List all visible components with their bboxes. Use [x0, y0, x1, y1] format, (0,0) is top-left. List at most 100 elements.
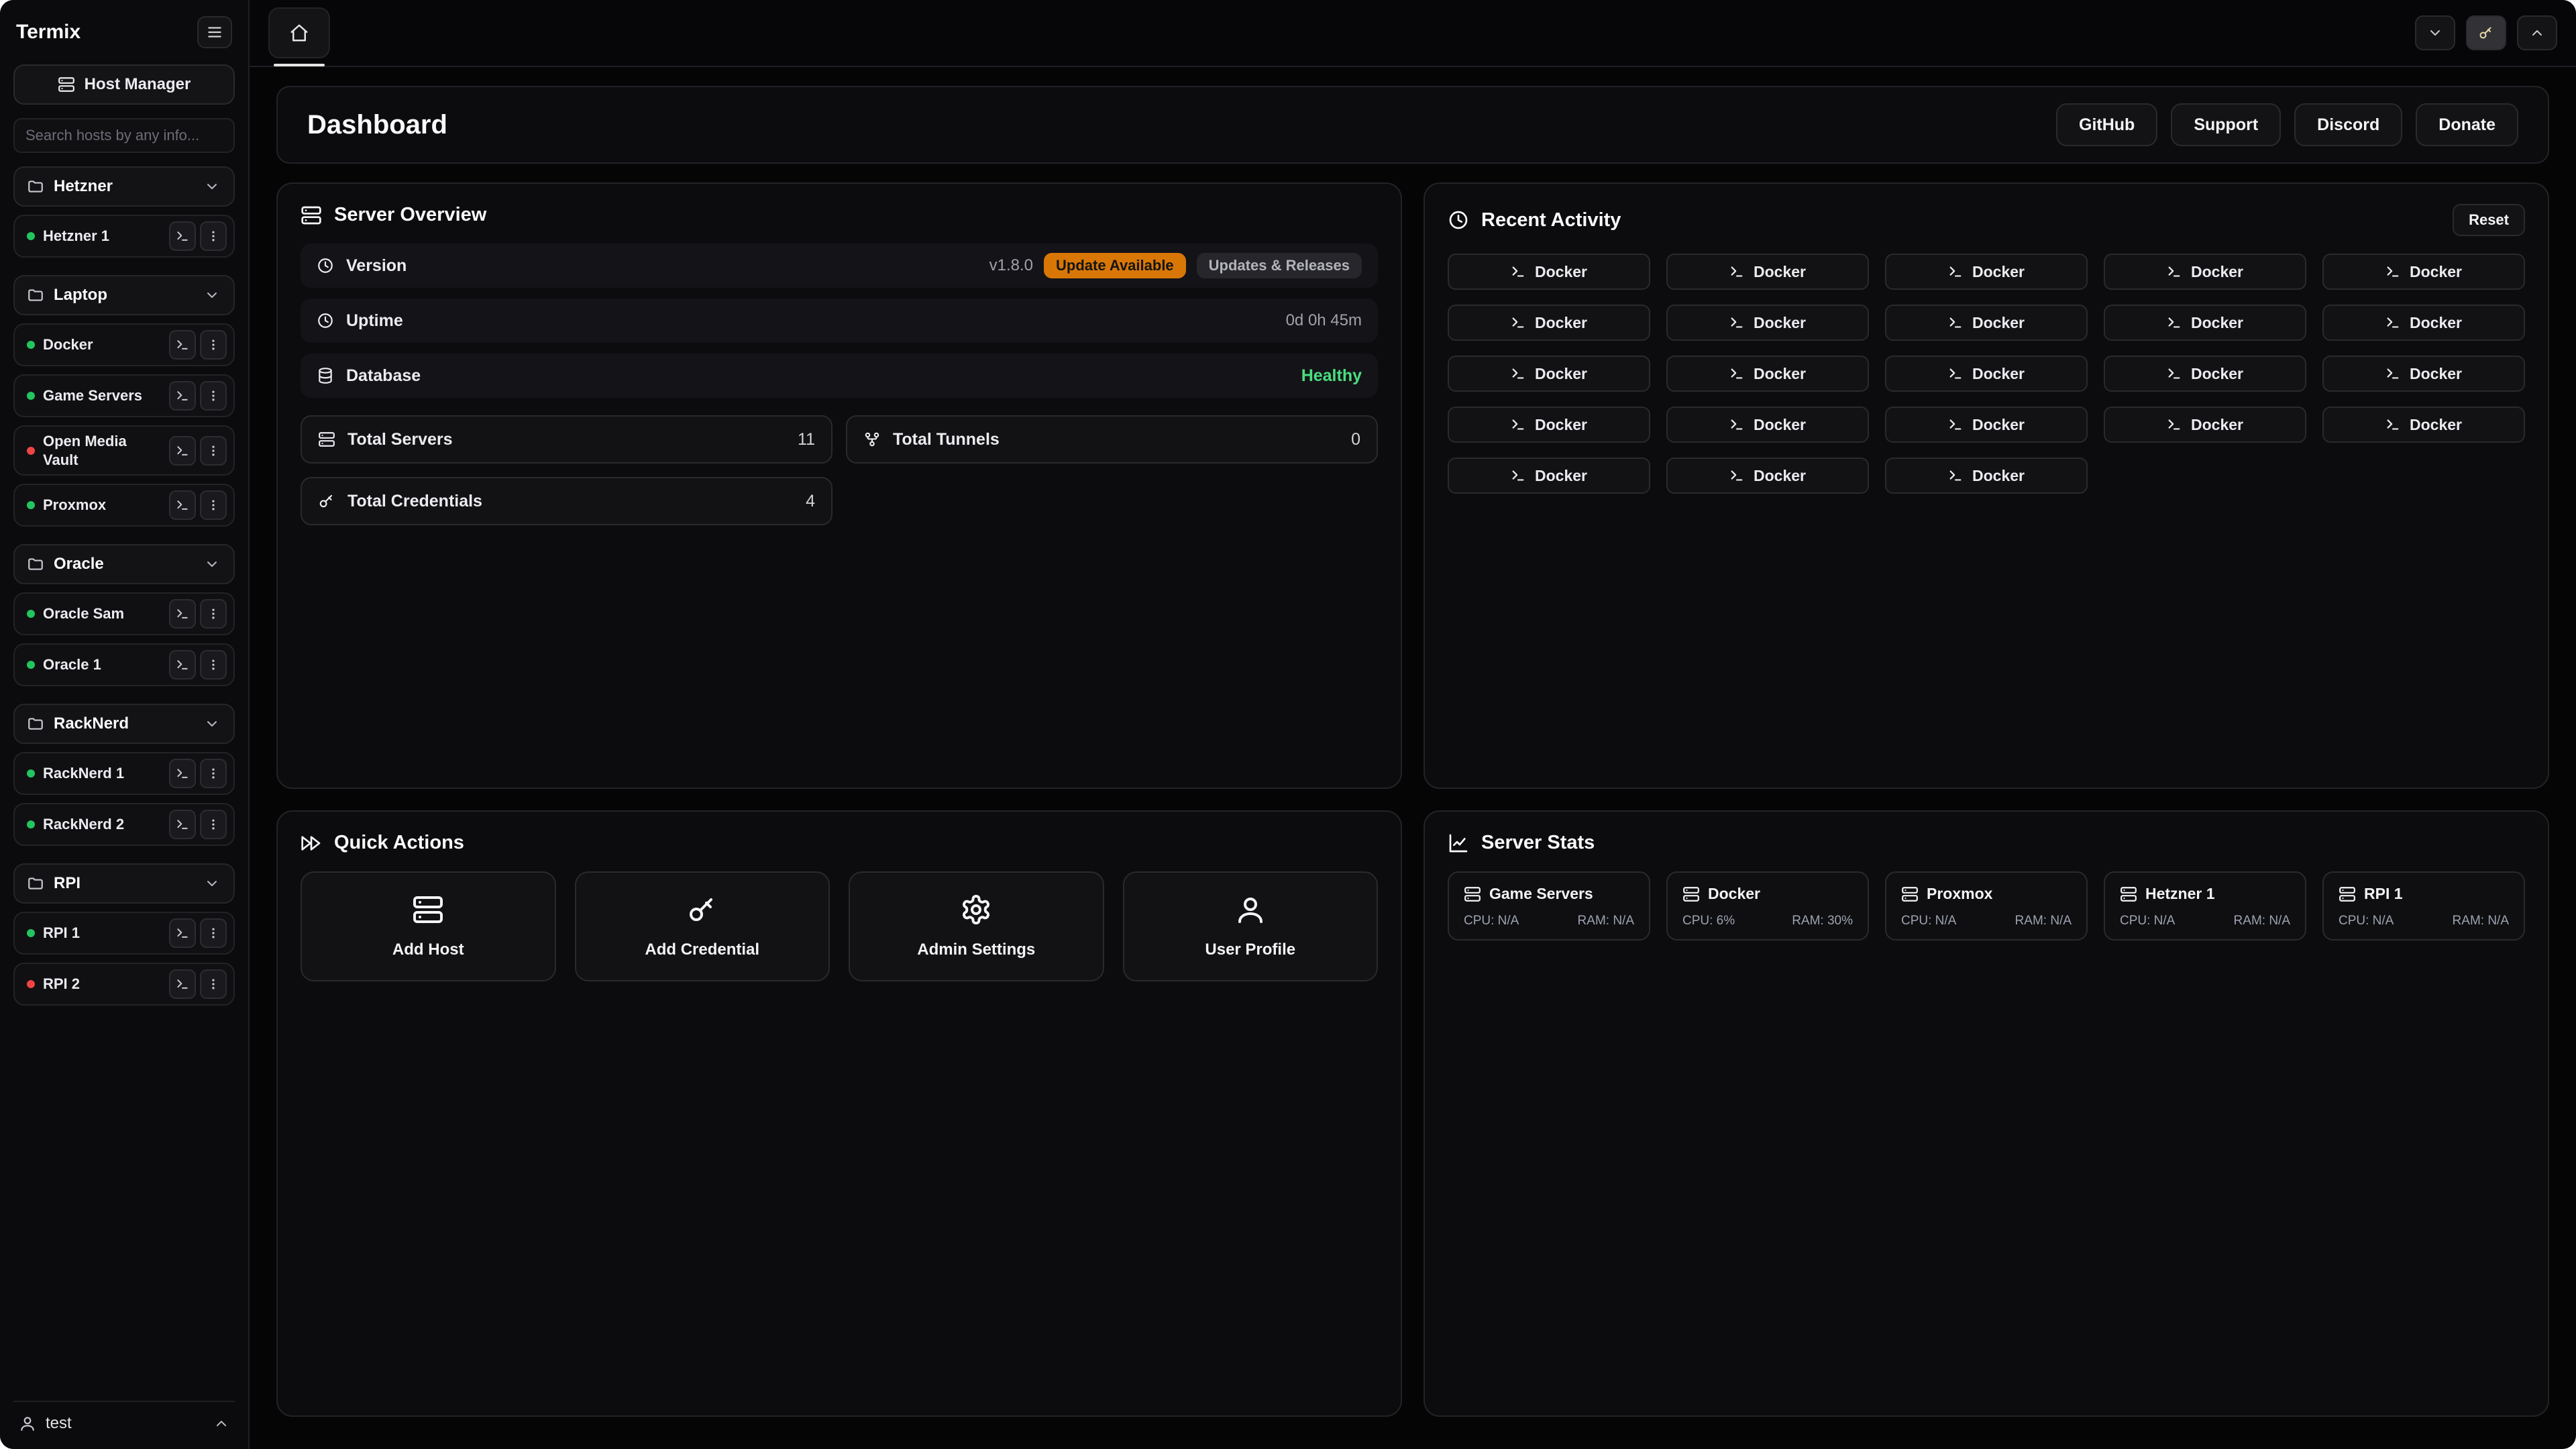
- recent-activity-item[interactable]: Docker: [2322, 407, 2525, 443]
- recent-activity-item[interactable]: Docker: [1885, 305, 2088, 341]
- chevron-down-icon[interactable]: [199, 870, 225, 897]
- host-item[interactable]: RPI 1: [13, 912, 235, 955]
- group-header[interactable]: Hetzner: [13, 166, 235, 207]
- server-stat-tile[interactable]: Docker CPU: 6% RAM: 30%: [1666, 871, 1869, 941]
- recent-activity-item[interactable]: Docker: [1448, 407, 1650, 443]
- recent-activity-item[interactable]: Docker: [1885, 458, 2088, 494]
- recent-activity-item[interactable]: Docker: [1666, 305, 1869, 341]
- host-item[interactable]: Game Servers: [13, 374, 235, 417]
- user-name: test: [46, 1414, 72, 1433]
- chevron-down-icon[interactable]: [199, 710, 225, 737]
- terminal-button[interactable]: [169, 810, 196, 839]
- host-menu-button[interactable]: [200, 918, 227, 948]
- reset-button[interactable]: Reset: [2453, 204, 2525, 236]
- host-manager-button[interactable]: Host Manager: [13, 64, 235, 105]
- kebab-menu-icon: [207, 926, 220, 940]
- host-item[interactable]: Oracle 1: [13, 643, 235, 686]
- host-item[interactable]: Hetzner 1: [13, 215, 235, 258]
- host-menu-button[interactable]: [200, 650, 227, 680]
- recent-activity-label: Docker: [2191, 314, 2243, 332]
- recent-activity-label: Docker: [2191, 365, 2243, 383]
- host-menu-button[interactable]: [200, 759, 227, 788]
- terminal-icon: [1729, 315, 1744, 330]
- host-item[interactable]: RPI 2: [13, 963, 235, 1006]
- recent-activity-item[interactable]: Docker: [1666, 458, 1869, 494]
- recent-activity-item[interactable]: Docker: [2104, 305, 2306, 341]
- recent-activity-item[interactable]: Docker: [1448, 305, 1650, 341]
- updates-releases-button[interactable]: Updates & Releases: [1197, 253, 1362, 278]
- group-header[interactable]: RackNerd: [13, 704, 235, 744]
- host-menu-button[interactable]: [200, 381, 227, 411]
- recent-activity-item[interactable]: Docker: [2322, 305, 2525, 341]
- recent-activity-item[interactable]: Docker: [1448, 458, 1650, 494]
- host-search-input[interactable]: [13, 118, 235, 153]
- admin-settings-button[interactable]: Admin Settings: [849, 871, 1104, 981]
- user-menu[interactable]: test: [13, 1401, 235, 1436]
- group-header[interactable]: RPI: [13, 863, 235, 904]
- recent-activity-item[interactable]: Docker: [1885, 254, 2088, 290]
- chevron-down-icon[interactable]: [199, 173, 225, 200]
- recent-activity-item[interactable]: Docker: [2322, 254, 2525, 290]
- recent-activity-item[interactable]: Docker: [2104, 254, 2306, 290]
- host-menu-button[interactable]: [200, 330, 227, 360]
- sidebar-menu-button[interactable]: [197, 16, 232, 48]
- recent-activity-item[interactable]: Docker: [2104, 356, 2306, 392]
- host-name: Open Media Vault: [43, 432, 161, 469]
- server-stat-tile[interactable]: Game Servers CPU: N/A RAM: N/A: [1448, 871, 1650, 941]
- host-menu-button[interactable]: [200, 436, 227, 466]
- host-item[interactable]: Proxmox: [13, 484, 235, 527]
- server-stat-tile[interactable]: Hetzner 1 CPU: N/A RAM: N/A: [2104, 871, 2306, 941]
- add-credential-button[interactable]: Add Credential: [575, 871, 830, 981]
- host-item[interactable]: Oracle Sam: [13, 592, 235, 635]
- donate-button[interactable]: Donate: [2416, 103, 2518, 146]
- terminal-button[interactable]: [169, 330, 196, 360]
- terminal-button[interactable]: [169, 221, 196, 251]
- discord-button[interactable]: Discord: [2294, 103, 2402, 146]
- terminal-button[interactable]: [169, 969, 196, 999]
- terminal-button[interactable]: [169, 650, 196, 680]
- terminal-button[interactable]: [169, 381, 196, 411]
- terminal-button[interactable]: [169, 918, 196, 948]
- host-item[interactable]: Docker: [13, 323, 235, 366]
- host-item[interactable]: Open Media Vault: [13, 425, 235, 476]
- host-menu-button[interactable]: [200, 599, 227, 629]
- update-available-badge[interactable]: Update Available: [1044, 253, 1186, 278]
- host-menu-button[interactable]: [200, 490, 227, 520]
- support-button[interactable]: Support: [2171, 103, 2281, 146]
- terminal-icon: [2385, 417, 2400, 432]
- recent-activity-item[interactable]: Docker: [2322, 356, 2525, 392]
- server-stat-tile[interactable]: RPI 1 CPU: N/A RAM: N/A: [2322, 871, 2525, 941]
- host-menu-button[interactable]: [200, 221, 227, 251]
- card-title: Server Stats: [1481, 832, 1595, 854]
- recent-activity-item[interactable]: Docker: [1666, 254, 1869, 290]
- recent-activity-item[interactable]: Docker: [1885, 407, 2088, 443]
- terminal-button[interactable]: [169, 490, 196, 520]
- recent-activity-item[interactable]: Docker: [1448, 254, 1650, 290]
- recent-activity-item[interactable]: Docker: [1885, 356, 2088, 392]
- scroll-tabs-down-button[interactable]: [2415, 15, 2455, 50]
- group-header[interactable]: Laptop: [13, 275, 235, 315]
- server-icon: [318, 431, 335, 448]
- server-stat-tile[interactable]: Proxmox CPU: N/A RAM: N/A: [1885, 871, 2088, 941]
- terminal-button[interactable]: [169, 436, 196, 466]
- host-menu-button[interactable]: [200, 969, 227, 999]
- add-host-button[interactable]: Add Host: [301, 871, 556, 981]
- host-item[interactable]: RackNerd 2: [13, 803, 235, 846]
- scroll-tabs-up-button[interactable]: [2517, 15, 2557, 50]
- recent-activity-item[interactable]: Docker: [1666, 407, 1869, 443]
- terminal-button[interactable]: [169, 759, 196, 788]
- host-item[interactable]: RackNerd 1: [13, 752, 235, 795]
- tab-home[interactable]: [268, 7, 330, 58]
- host-menu-button[interactable]: [200, 810, 227, 839]
- credentials-button[interactable]: [2466, 15, 2506, 50]
- recent-activity-item[interactable]: Docker: [1448, 356, 1650, 392]
- github-button[interactable]: GitHub: [2056, 103, 2157, 146]
- group-header[interactable]: Oracle: [13, 544, 235, 584]
- recent-activity-item[interactable]: Docker: [1666, 356, 1869, 392]
- chevron-down-icon[interactable]: [199, 551, 225, 578]
- terminal-button[interactable]: [169, 599, 196, 629]
- user-profile-button[interactable]: User Profile: [1123, 871, 1379, 981]
- chevron-down-icon[interactable]: [199, 282, 225, 309]
- recent-activity-item[interactable]: Docker: [2104, 407, 2306, 443]
- host-name: RPI 2: [43, 975, 161, 994]
